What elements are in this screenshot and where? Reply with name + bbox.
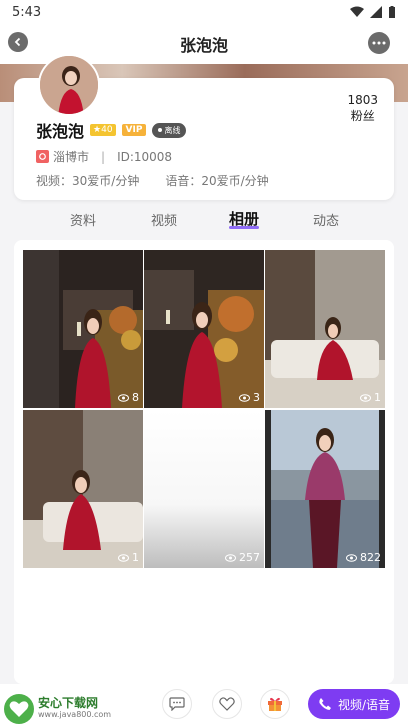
status-time: 5:43: [12, 4, 42, 20]
voice-price: 语音：20爱币/分钟: [165, 174, 269, 188]
vip-badge: VIP: [121, 124, 147, 136]
heart-icon: [219, 697, 235, 711]
battery-icon: [389, 5, 395, 18]
eye-icon: [225, 553, 236, 562]
price-row: 视频：30爱币/分钟 语音：20爱币/分钟: [36, 172, 269, 189]
separator: |: [101, 149, 106, 164]
album-photo-1[interactable]: 8: [23, 250, 143, 408]
views-count: 8: [132, 391, 139, 404]
phone-icon: [319, 698, 331, 710]
tab-video[interactable]: 视频: [151, 210, 177, 229]
views-counter: 822: [346, 551, 381, 564]
more-dots-icon: [372, 41, 386, 45]
status-bar: 5:43: [0, 0, 408, 24]
status-badge: 离线: [152, 122, 187, 138]
eye-icon: [239, 393, 250, 402]
album-panel: 8 3 1 1 257 822: [14, 240, 394, 684]
views-count: 3: [253, 391, 260, 404]
views-counter: 1: [360, 391, 381, 404]
album-photo-4[interactable]: 1: [23, 410, 143, 568]
views-counter: 1: [118, 551, 139, 564]
album-photo-3[interactable]: 1: [265, 250, 385, 408]
location-text: 淄博市: [53, 150, 90, 164]
eye-icon: [118, 553, 129, 562]
gift-button[interactable]: [260, 689, 290, 719]
watermark-title: 安心下载网: [38, 696, 99, 710]
location-row: 淄博市 | ID:10008: [36, 148, 172, 165]
status-dot-icon: [158, 128, 163, 132]
profile-name: 张泡泡: [36, 122, 85, 141]
eye-icon: [360, 393, 371, 402]
level-value: 40: [101, 125, 113, 135]
gift-icon: [268, 697, 282, 711]
wifi-icon: [350, 6, 364, 17]
chat-bubble-icon: [169, 697, 185, 711]
album-photo-6[interactable]: 822: [265, 410, 385, 568]
level-badge: ★40: [90, 124, 116, 136]
fans-label: 粉丝: [350, 109, 375, 123]
views-count: 1: [374, 391, 381, 404]
more-button[interactable]: [368, 32, 390, 54]
status-text: 离线: [164, 125, 181, 135]
album-photo-2[interactable]: 3: [144, 250, 264, 408]
watermark: 安心下载网 www.java800.com: [4, 694, 111, 724]
views-counter: 3: [239, 391, 260, 404]
eye-icon: [346, 553, 357, 562]
watermark-url: www.java800.com: [38, 710, 112, 719]
name-row: 张泡泡 ★40 VIP 离线: [36, 118, 187, 142]
message-button[interactable]: [162, 689, 192, 719]
eye-icon: [118, 393, 129, 402]
album-photo-5[interactable]: 257: [144, 410, 264, 568]
page-title: 张泡泡: [179, 36, 228, 55]
watermark-logo-icon: [4, 694, 34, 724]
signal-icon: [370, 6, 382, 18]
tab-moments[interactable]: 动态: [313, 210, 339, 229]
location-pin-icon: [36, 150, 49, 163]
video-price: 视频：30爱币/分钟: [36, 174, 140, 188]
call-button-label: 视频/语音: [337, 697, 391, 712]
views-counter: 257: [225, 551, 260, 564]
views-count: 1: [132, 551, 139, 564]
tab-info[interactable]: 资料: [70, 210, 96, 229]
video-voice-call-button[interactable]: 视频/语音: [308, 689, 400, 719]
user-id: ID:10008: [117, 149, 173, 164]
views-counter: 8: [118, 391, 139, 404]
views-count: 822: [360, 551, 381, 564]
fans-counter[interactable]: 1803 粉丝: [347, 92, 378, 124]
watermark-text: 安心下载网 www.java800.com: [38, 696, 112, 720]
status-icons: [350, 5, 396, 19]
avatar[interactable]: [38, 54, 100, 116]
active-tab-indicator: [229, 226, 259, 229]
profile-tabs: 资料 视频 相册 动态: [0, 206, 408, 234]
chevron-left-icon: [14, 37, 21, 47]
like-button[interactable]: [212, 689, 242, 719]
back-button[interactable]: [8, 32, 28, 52]
views-count: 257: [239, 551, 260, 564]
fans-count: 1803: [347, 93, 378, 107]
